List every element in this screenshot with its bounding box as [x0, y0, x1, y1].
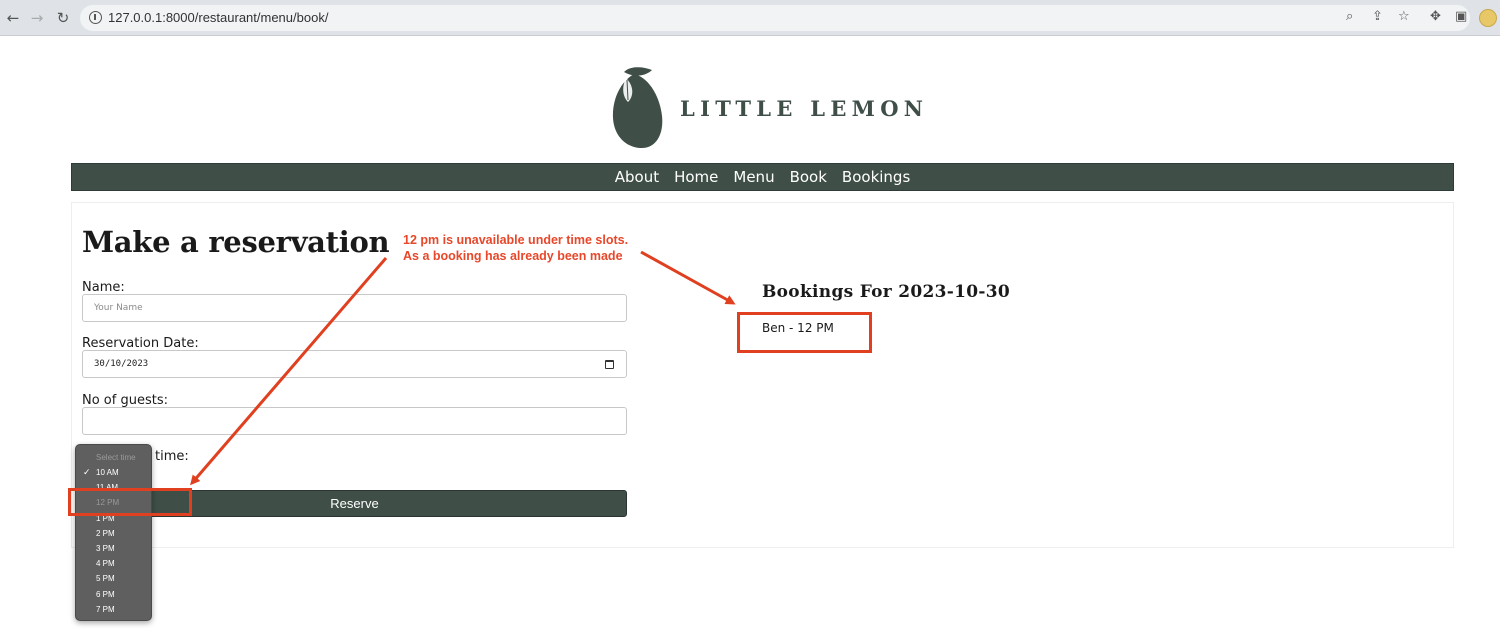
- dropdown-highlight-box: [68, 488, 192, 516]
- reservation-date-input[interactable]: 30/10/2023: [82, 350, 627, 378]
- nav-menu[interactable]: Menu: [731, 168, 776, 186]
- time-option[interactable]: 6 PM: [96, 590, 115, 599]
- profile-avatar[interactable]: [1479, 9, 1497, 27]
- zoom-icon[interactable]: ⌕: [1346, 9, 1353, 24]
- annotation-line-1: 12 pm is unavailable under time slots.: [403, 233, 629, 247]
- reload-icon[interactable]: ↻: [53, 8, 73, 28]
- time-select-dropdown[interactable]: Select time ✓ 10 AM 11 AM 12 PM 1 PM 2 P…: [75, 444, 152, 621]
- share-icon[interactable]: ⇪: [1372, 9, 1383, 24]
- guests-label: No of guests:: [82, 393, 168, 408]
- nav-home[interactable]: Home: [672, 168, 720, 186]
- date-value: 30/10/2023: [94, 359, 149, 369]
- site-logo[interactable]: LITTLE LEMON: [612, 66, 923, 150]
- time-option[interactable]: 5 PM: [96, 574, 115, 583]
- address-bar[interactable]: 127.0.0.1:8000/restaurant/menu/book/: [80, 5, 1470, 31]
- time-option[interactable]: 7 PM: [96, 605, 115, 614]
- name-input[interactable]: Your Name: [82, 294, 627, 322]
- bookmark-star-icon[interactable]: ☆: [1398, 9, 1410, 24]
- name-label: Name:: [82, 280, 125, 295]
- side-panel-icon[interactable]: ▣: [1455, 9, 1467, 24]
- back-icon[interactable]: ←: [3, 8, 23, 28]
- site-info-icon[interactable]: [89, 11, 102, 24]
- booking-highlight-box: [737, 312, 872, 353]
- url-text: 127.0.0.1:8000/restaurant/menu/book/: [108, 10, 329, 25]
- date-label: Reservation Date:: [82, 336, 199, 351]
- time-option: Select time: [96, 453, 136, 462]
- time-option[interactable]: 4 PM: [96, 559, 115, 568]
- time-option[interactable]: 2 PM: [96, 529, 115, 538]
- logo-text: LITTLE LEMON: [680, 96, 929, 121]
- calendar-icon[interactable]: [605, 360, 614, 369]
- page-title: Make a reservation: [82, 225, 390, 259]
- annotation-note: 12 pm is unavailable under time slots. A…: [403, 233, 643, 264]
- nav-about[interactable]: About: [613, 168, 661, 186]
- time-option[interactable]: 3 PM: [96, 544, 115, 553]
- guests-input[interactable]: [82, 407, 627, 435]
- extensions-icon[interactable]: ✥: [1430, 9, 1441, 24]
- forward-icon[interactable]: →: [27, 8, 47, 28]
- main-nav: About Home Menu Book Bookings: [71, 163, 1454, 191]
- time-option[interactable]: 10 AM: [96, 468, 119, 477]
- time-label: time:: [155, 449, 189, 464]
- name-placeholder: Your Name: [94, 303, 143, 313]
- annotation-line-2: As a booking has already been made: [403, 248, 623, 263]
- bookings-title: Bookings For 2023-10-30: [762, 282, 1011, 302]
- nav-bookings[interactable]: Bookings: [840, 168, 912, 186]
- lemon-logo-icon: [612, 67, 663, 148]
- nav-book[interactable]: Book: [788, 168, 829, 186]
- browser-toolbar: ← → ↻ 127.0.0.1:8000/restaurant/menu/boo…: [0, 0, 1500, 36]
- checkmark-icon: ✓: [83, 468, 91, 478]
